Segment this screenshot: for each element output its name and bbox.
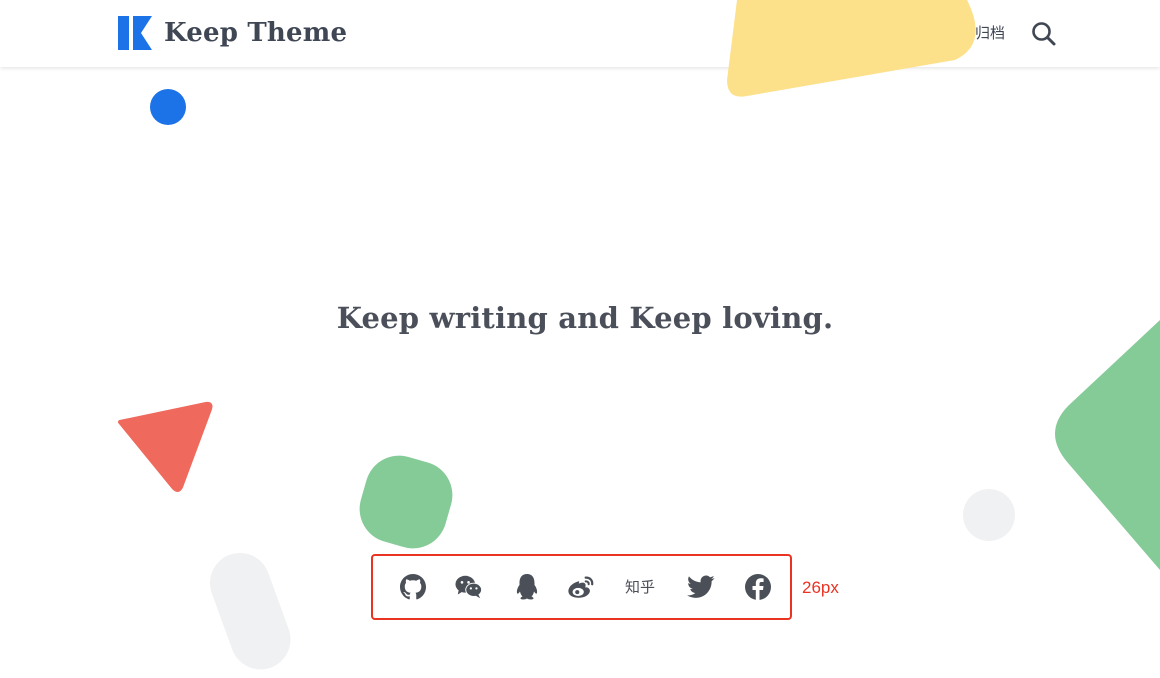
decorative-green-shape — [1040, 318, 1160, 582]
decorative-green-blob — [351, 447, 461, 557]
keep-logo-icon[interactable] — [118, 16, 152, 50]
site-title[interactable]: Keep Theme — [164, 14, 347, 52]
size-annotation: 26px — [802, 578, 839, 597]
decorative-yellow-shape — [705, 0, 995, 106]
decorative-gray-circle — [963, 489, 1015, 541]
zhihu-link[interactable]: 知乎 — [620, 573, 660, 601]
facebook-icon[interactable] — [744, 573, 772, 601]
decorative-blue-dot — [150, 89, 186, 125]
hero-subtitle: Keep writing and Keep loving. — [336, 301, 834, 335]
qq-icon[interactable] — [513, 573, 541, 601]
social-links: 知乎 — [371, 554, 792, 620]
github-icon[interactable] — [399, 573, 427, 601]
wechat-icon[interactable] — [455, 573, 483, 601]
search-icon[interactable] — [1030, 20, 1058, 48]
decorative-red-triangle — [110, 398, 220, 502]
weibo-icon[interactable] — [567, 573, 595, 601]
twitter-icon[interactable] — [687, 573, 715, 601]
decorative-gray-pill — [201, 544, 299, 678]
